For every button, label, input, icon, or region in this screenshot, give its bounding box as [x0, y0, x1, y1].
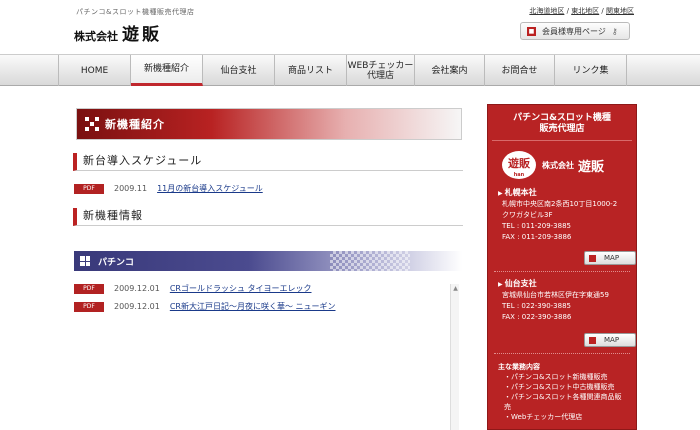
pachinko-date: 2009.12.01: [114, 284, 160, 293]
page-title: 新機種紹介: [105, 118, 165, 131]
pachinko-row: PDF 2009.12.01 CR新大江戸日記〜月夜に咲く華〜 ニューギン: [74, 301, 336, 312]
grid-icon: [85, 117, 99, 131]
map-icon: [589, 336, 596, 344]
service-item: パチンコ&スロット新機種販売: [498, 372, 628, 382]
sidebar-heading: パチンコ&スロット機種 販売代理店: [492, 109, 632, 141]
logo-company-prefix: 株式会社: [74, 30, 118, 43]
schedule-link[interactable]: 11月の新台導入スケジュール: [157, 183, 263, 194]
branch-link-tohoku[interactable]: 東北地区: [571, 7, 599, 15]
checker-pattern: [330, 251, 410, 271]
nav-item-4[interactable]: 商品リスト: [275, 55, 347, 86]
company-seal-logo: 遊販 han: [502, 151, 536, 179]
nav-item-7[interactable]: お問合せ: [485, 55, 555, 86]
site-header: パチンコ&スロット機種販売代理店 株式会社 遊販 北海道地区 / 東北地区 / 関…: [0, 0, 700, 52]
pachinko-link[interactable]: CRゴールドラッシュ タイヨーエレック: [170, 283, 312, 294]
site-tagline: パチンコ&スロット機種販売代理店: [76, 8, 195, 16]
office-sendai: 仙台支社 宮城県仙台市若林区伊在字東通59 TEL : 022-390-3885…: [488, 274, 636, 347]
sidebar-company-prefix: 株式会社: [542, 160, 574, 170]
schedule-row: PDF 2009.11 11月の新台導入スケジュール: [74, 183, 263, 194]
nav-items: HOME 新機種紹介 仙台支社 商品リスト WEBチェッカー 代理店 会社案内 お問合せ リン…: [58, 55, 627, 86]
page-title-banner: 新機種紹介: [76, 108, 462, 140]
map-label: MAP: [604, 335, 620, 344]
sidebar-company-name: 遊販: [578, 159, 605, 175]
sidebar-logo: 遊販 han 株式会社 遊販: [488, 145, 636, 183]
services-title: 主な業務内容: [498, 363, 540, 371]
list-scrollbar[interactable]: ▲: [450, 284, 459, 430]
service-item: Webチェッカー代理店: [498, 412, 628, 422]
office-address: 宮城県仙台市若林区伊在字東通59: [502, 291, 609, 299]
sidebar-divider: [494, 271, 630, 272]
pachinko-date: 2009.12.01: [114, 302, 160, 311]
new-models-section-title: 新機種情報: [73, 208, 463, 226]
branch-link-hokkaido[interactable]: 北海道地区: [529, 7, 564, 15]
member-page-button[interactable]: ■ 会員様専用ページ ⚷: [520, 22, 630, 40]
office-name: 札幌本社: [498, 187, 628, 199]
site-logo[interactable]: 株式会社 遊販: [74, 20, 162, 45]
map-button-sapporo[interactable]: MAP: [584, 251, 636, 265]
office-sapporo: 札幌本社 札幌市中央区南2条西10丁目1000-2 クワガタビル3F TEL :…: [488, 183, 636, 265]
sidebar-heading-line2: 販売代理店: [539, 124, 585, 134]
branch-link-kanto[interactable]: 関東地区: [606, 7, 634, 15]
services-list: 主な業務内容 パチンコ&スロット新機種販売 パチンコ&スロット中古機種販売 パチ…: [488, 356, 636, 422]
map-icon: [589, 254, 596, 262]
nav-item-3[interactable]: 仙台支社: [203, 55, 275, 86]
map-label: MAP: [604, 253, 620, 262]
office-fax: FAX : 022-390-3886: [502, 313, 572, 321]
member-icon: ■: [527, 26, 536, 36]
pdf-icon: PDF: [74, 301, 104, 312]
pdf-icon: PDF: [74, 283, 104, 294]
key-icon: ⚷: [611, 26, 618, 36]
schedule-date: 2009.11: [114, 184, 148, 193]
seal-sub: han: [513, 172, 525, 178]
sidebar-divider: [494, 353, 630, 354]
grid-icon: [80, 256, 90, 266]
branch-links: 北海道地区 / 東北地区 / 関東地区: [529, 7, 634, 15]
service-item: パチンコ&スロット各種関連商品販売: [498, 392, 628, 412]
logo-company-name: 遊販: [122, 25, 162, 45]
schedule-section-title: 新台導入スケジュール: [73, 153, 463, 171]
pdf-icon: PDF: [74, 183, 104, 194]
office-tel: TEL : 011-209-3885: [502, 222, 571, 230]
office-fax: FAX : 011-209-3886: [502, 233, 572, 241]
sidebar-heading-line1: パチンコ&スロット機種: [513, 113, 611, 123]
nav-item-5[interactable]: WEBチェッカー 代理店: [347, 55, 415, 86]
sidebar: パチンコ&スロット機種 販売代理店 遊販 han 株式会社 遊販 札幌本社 札幌市…: [487, 104, 637, 430]
seal-char: 遊販: [508, 157, 530, 170]
service-item: パチンコ&スロット中古機種販売: [498, 382, 628, 392]
office-tel: TEL : 022-390-3885: [502, 302, 571, 310]
nav-item-6[interactable]: 会社案内: [415, 55, 485, 86]
scroll-up-icon[interactable]: ▲: [451, 284, 460, 293]
nav-item-1[interactable]: HOME: [59, 55, 131, 86]
pachinko-row: PDF 2009.12.01 CRゴールドラッシュ タイヨーエレック: [74, 283, 312, 294]
nav-item-8[interactable]: リンク集: [555, 55, 627, 86]
pachinko-label: パチンコ: [98, 257, 135, 268]
nav-item-2[interactable]: 新機種紹介: [131, 55, 203, 86]
office-address: 札幌市中央区南2条西10丁目1000-2: [502, 200, 618, 208]
office-address-2: クワガタビル3F: [502, 211, 553, 219]
global-nav: HOME 新機種紹介 仙台支社 商品リスト WEBチェッカー 代理店 会社案内 お問合せ リン…: [0, 54, 700, 86]
pachinko-link[interactable]: CR新大江戸日記〜月夜に咲く華〜 ニューギン: [170, 301, 336, 312]
member-page-label: 会員様専用ページ: [542, 26, 606, 36]
map-button-sendai[interactable]: MAP: [584, 333, 636, 347]
office-name: 仙台支社: [498, 278, 628, 290]
